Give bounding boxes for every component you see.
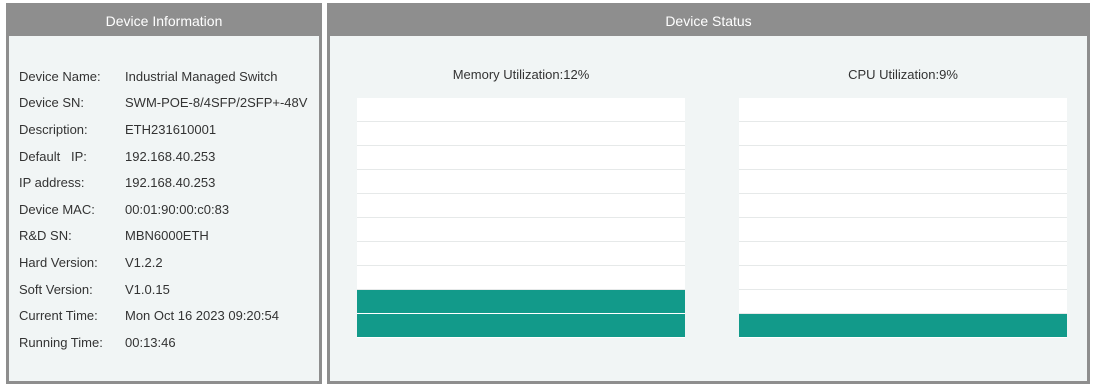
info-value: ETH231610001 — [125, 121, 217, 137]
gauge-segment — [357, 170, 685, 194]
info-label: R&D SN: — [19, 228, 72, 244]
info-row-device-mac: Device MAC: 00:01:90:00:c0:83 — [19, 196, 307, 223]
gauge-segment — [357, 314, 685, 338]
cpu-utilization-gauge — [739, 98, 1067, 338]
gauge-segment — [739, 218, 1067, 242]
gauge-segment — [739, 194, 1067, 218]
info-value: 192.168.40.253 — [125, 148, 216, 164]
info-value: 00:13:46 — [125, 334, 176, 350]
info-row-hard-version: Hard Version: V1.2.2 — [19, 249, 307, 276]
info-row-ip-address: IP address: 192.168.40.253 — [19, 169, 307, 196]
cpu-utilization-label: CPU Utilization:9% — [848, 67, 958, 82]
info-label: Device Name: — [19, 68, 101, 84]
gauge-segment — [739, 290, 1067, 314]
info-label: Description: — [19, 121, 88, 137]
device-information-panel: Device Information Device Name: Industri… — [6, 3, 322, 384]
info-row-default-ip: Default IP: 192.168.40.253 — [19, 143, 307, 170]
gauge-segment — [357, 218, 685, 242]
info-row-current-time: Current Time: Mon Oct 16 2023 09:20:54 — [19, 302, 307, 329]
gauge-segment — [357, 266, 685, 290]
gauge-segment — [357, 290, 685, 314]
info-value: SWM-POE-8/4SFP/2SFP+-48V — [125, 95, 308, 111]
info-label: Hard Version: — [19, 254, 98, 270]
info-value: Industrial Managed Switch — [125, 68, 278, 84]
info-value: V1.2.2 — [125, 254, 163, 270]
info-label: Device MAC: — [19, 201, 95, 217]
info-value: V1.0.15 — [125, 281, 170, 297]
info-label: Default IP: — [19, 148, 87, 164]
info-value: 00:01:90:00:c0:83 — [125, 201, 230, 217]
info-row-device-sn: Device SN: SWM-POE-8/4SFP/2SFP+-48V — [19, 90, 307, 117]
gauge-segment — [357, 242, 685, 266]
info-row-running-time: Running Time: 00:13:46 — [19, 329, 307, 356]
gauge-segment — [739, 146, 1067, 170]
info-label: IP address: — [19, 175, 85, 191]
gauge-segment — [739, 242, 1067, 266]
info-row-soft-version: Soft Version: V1.0.15 — [19, 276, 307, 303]
memory-utilization-label: Memory Utilization:12% — [452, 67, 590, 82]
memory-utilization-gauge — [357, 98, 685, 338]
info-row-description: Description: ETH231610001 — [19, 116, 307, 143]
gauge-segment — [739, 266, 1067, 290]
gauge-segment — [739, 170, 1067, 194]
gauge-segment — [739, 98, 1067, 122]
info-value: MBN6000ETH — [125, 228, 209, 244]
info-row-rd-sn: R&D SN: MBN6000ETH — [19, 223, 307, 250]
gauge-segment — [357, 146, 685, 170]
info-label: Current Time: — [19, 308, 98, 324]
info-label: Device SN: — [19, 95, 85, 111]
device-info-list: Device Name: Industrial Managed Switch D… — [19, 63, 307, 356]
info-row-device-name: Device Name: Industrial Managed Switch — [19, 63, 307, 90]
info-label: Running Time: — [19, 334, 103, 350]
device-status-panel: Device Status Memory Utilization:12% CPU… — [327, 3, 1090, 384]
info-value: 192.168.40.253 — [125, 175, 216, 191]
gauge-segment — [739, 314, 1067, 338]
gauge-segment — [739, 122, 1067, 146]
gauge-segment — [357, 122, 685, 146]
info-label: Soft Version: — [19, 281, 93, 297]
info-value: Mon Oct 16 2023 09:20:54 — [125, 308, 279, 324]
device-information-header: Device Information — [9, 6, 319, 36]
device-status-header: Device Status — [330, 6, 1087, 36]
gauge-segment — [357, 194, 685, 218]
gauge-segment — [357, 98, 685, 122]
